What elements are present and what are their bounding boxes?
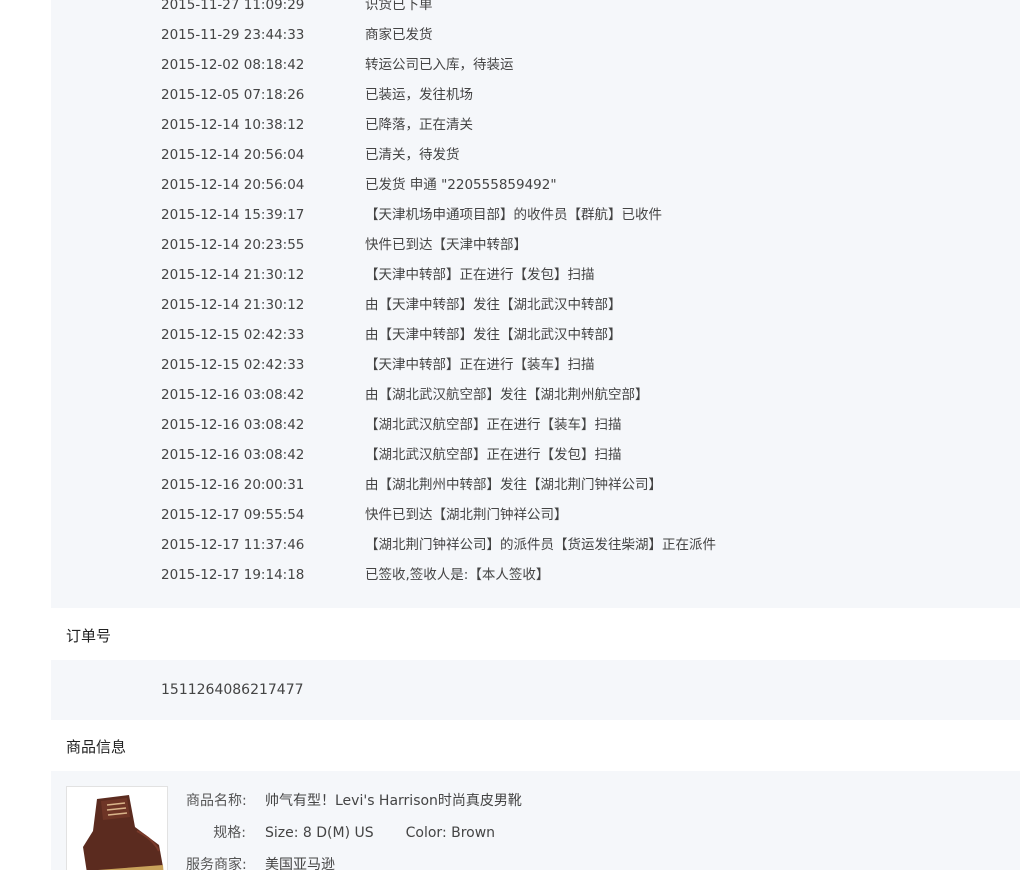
tracking-time: 2015-12-17 11:37:46	[161, 537, 305, 553]
tracking-panel: 2015-11-27 11:09:29 识货已下单 2015-11-29 23:44…	[51, 0, 1020, 608]
tracking-description: 【湖北武汉航空部】正在进行【装车】扫描	[365, 417, 622, 433]
tracking-description: 【天津中转部】正在进行【装车】扫描	[365, 357, 595, 373]
tracking-row: 2015-12-16 20:00:31 由【湖北荆州中转部】发往【湖北荆门钟祥公司…	[161, 475, 716, 505]
tracking-time: 2015-12-17 09:55:54	[161, 507, 305, 523]
tracking-row: 2015-12-17 09:55:54 快件已到达【湖北荆门钟祥公司】	[161, 505, 716, 535]
tracking-description: 商家已发货	[365, 27, 433, 43]
brown-leather-boot-icon	[67, 787, 167, 870]
tracking-description: 快件已到达【天津中转部】	[365, 237, 527, 253]
tracking-description: 已清关，待发货	[365, 147, 460, 163]
tracking-row: 2015-12-14 20:56:04 已发货 申通 "220555859492"	[161, 175, 716, 205]
order-detail-page: 2015-11-27 11:09:29 识货已下单 2015-11-29 23:44…	[0, 0, 1020, 870]
tracking-row: 2015-12-17 11:37:46 【湖北荆门钟祥公司】的派件员【货运发往柴湖…	[161, 535, 716, 565]
tracking-description: 已降落，正在清关	[365, 117, 473, 133]
tracking-description: 由【天津中转部】发往【湖北武汉中转部】	[365, 327, 622, 343]
tracking-row: 2015-12-16 03:08:42 由【湖北武汉航空部】发往【湖北荆州航空部】	[161, 385, 716, 415]
tracking-description: 由【天津中转部】发往【湖北武汉中转部】	[365, 297, 622, 313]
tracking-description: 由【湖北武汉航空部】发往【湖北荆州航空部】	[365, 387, 649, 403]
order-number-value: 1511264086217477	[161, 682, 304, 698]
tracking-time: 2015-12-16 03:08:42	[161, 447, 305, 463]
tracking-time: 2015-12-17 19:14:18	[161, 567, 305, 583]
tracking-time: 2015-12-15 02:42:33	[161, 327, 305, 343]
tracking-time: 2015-11-27 11:09:29	[161, 0, 305, 13]
tracking-time: 2015-12-16 20:00:31	[161, 477, 305, 493]
order-number-panel: 1511264086217477	[51, 660, 1020, 720]
tracking-time: 2015-12-16 03:08:42	[161, 417, 305, 433]
tracking-row: 2015-12-14 21:30:12 由【天津中转部】发往【湖北武汉中转部】	[161, 295, 716, 325]
tracking-time: 2015-12-15 02:42:33	[161, 357, 305, 373]
tracking-row: 2015-12-02 08:18:42 转运公司已入库，待装运	[161, 55, 716, 85]
tracking-row: 2015-12-05 07:18:26 已装运，发往机场	[161, 85, 716, 115]
tracking-description: 已装运，发往机场	[365, 87, 473, 103]
tracking-row: 2015-11-27 11:09:29 识货已下单	[161, 0, 716, 25]
tracking-time: 2015-12-16 03:08:42	[161, 387, 305, 403]
tracking-time: 2015-12-14 21:30:12	[161, 267, 305, 283]
tracking-description: 快件已到达【湖北荆门钟祥公司】	[365, 507, 568, 523]
tracking-time: 2015-12-05 07:18:26	[161, 87, 305, 103]
product-name-value[interactable]: 帅气有型！Levi's Harrison时尚真皮男靴	[265, 791, 522, 811]
tracking-row: 2015-12-14 21:30:12 【天津中转部】正在进行【发包】扫描	[161, 265, 716, 295]
tracking-time: 2015-12-14 15:39:17	[161, 207, 305, 223]
tracking-row: 2015-12-17 19:14:18 已签收,签收人是:【本人签收】	[161, 565, 716, 595]
tracking-description: 【天津中转部】正在进行【发包】扫描	[365, 267, 595, 283]
tracking-row: 2015-12-14 20:23:55 快件已到达【天津中转部】	[161, 235, 716, 265]
tracking-row: 2015-12-15 02:42:33 【天津中转部】正在进行【装车】扫描	[161, 355, 716, 385]
product-info-panel: 商品名称: 帅气有型！Levi's Harrison时尚真皮男靴 规格: Size:…	[51, 771, 1020, 870]
tracking-row: 2015-12-16 03:08:42 【湖北武汉航空部】正在进行【发包】扫描	[161, 445, 716, 475]
tracking-description: 已发货 申通 "220555859492"	[365, 177, 557, 193]
product-name-row: 商品名称: 帅气有型！Levi's Harrison时尚真皮男靴	[186, 791, 522, 823]
tracking-time: 2015-11-29 23:44:33	[161, 27, 305, 43]
product-name-label: 商品名称:	[186, 793, 247, 809]
product-merchant-value: 美国亚马逊	[265, 857, 335, 870]
product-details: 商品名称: 帅气有型！Levi's Harrison时尚真皮男靴 规格: Size:…	[186, 791, 522, 870]
tracking-description: 【湖北荆门钟祥公司】的派件员【货运发往柴湖】正在派件	[365, 537, 716, 553]
tracking-time: 2015-12-14 21:30:12	[161, 297, 305, 313]
tracking-row: 2015-11-29 23:44:33 商家已发货	[161, 25, 716, 55]
tracking-time: 2015-12-14 20:56:04	[161, 177, 305, 193]
product-info-heading: 商品信息	[66, 738, 127, 756]
tracking-time: 2015-12-14 20:56:04	[161, 147, 305, 163]
tracking-row: 2015-12-14 15:39:17 【天津机场申通项目部】的收件员【群航】已收…	[161, 205, 716, 235]
tracking-description: 转运公司已入库，待装运	[365, 57, 514, 73]
tracking-row: 2015-12-16 03:08:42 【湖北武汉航空部】正在进行【装车】扫描	[161, 415, 716, 445]
product-spec-size: Size: 8 D(M) US	[265, 825, 374, 841]
tracking-time: 2015-12-14 10:38:12	[161, 117, 305, 133]
tracking-row: 2015-12-14 20:56:04 已清关，待发货	[161, 145, 716, 175]
tracking-row: 2015-12-14 10:38:12 已降落，正在清关	[161, 115, 716, 145]
product-spec-row: 规格: Size: 8 D(M) US Color: Brown	[186, 823, 522, 855]
product-spec-color: Color: Brown	[405, 825, 496, 841]
order-number-heading: 订单号	[66, 627, 112, 645]
tracking-description: 识货已下单	[365, 0, 433, 13]
tracking-time: 2015-12-02 08:18:42	[161, 57, 305, 73]
tracking-time: 2015-12-14 20:23:55	[161, 237, 305, 253]
product-spec-label: 规格:	[213, 825, 246, 841]
product-merchant-label: 服务商家:	[186, 857, 247, 870]
tracking-description: 【湖北武汉航空部】正在进行【发包】扫描	[365, 447, 622, 463]
product-image[interactable]	[66, 786, 168, 870]
product-merchant-row: 服务商家: 美国亚马逊	[186, 855, 522, 870]
tracking-list: 2015-11-27 11:09:29 识货已下单 2015-11-29 23:44…	[161, 0, 716, 595]
tracking-description: 【天津机场申通项目部】的收件员【群航】已收件	[365, 207, 662, 223]
tracking-description: 已签收,签收人是:【本人签收】	[365, 567, 550, 583]
tracking-description: 由【湖北荆州中转部】发往【湖北荆门钟祥公司】	[365, 477, 662, 493]
tracking-row: 2015-12-15 02:42:33 由【天津中转部】发往【湖北武汉中转部】	[161, 325, 716, 355]
